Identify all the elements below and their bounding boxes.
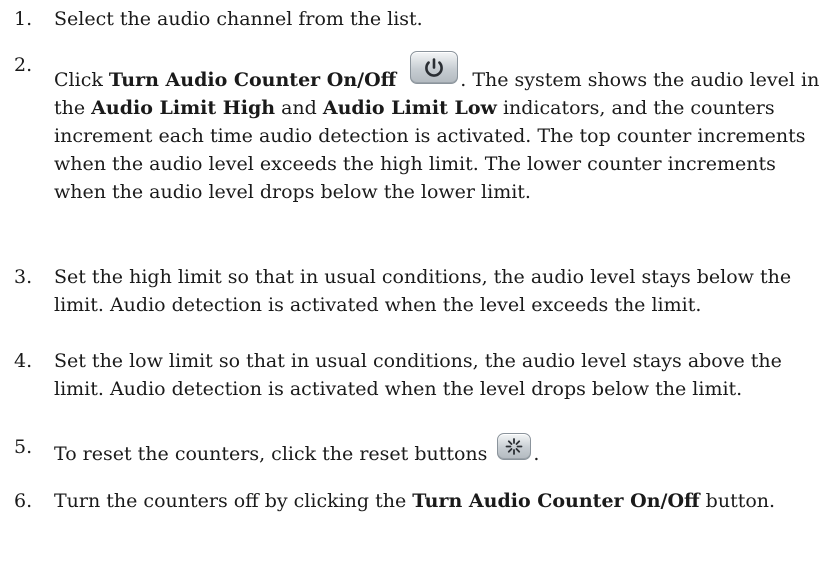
step-1: 1. Select the audio channel from the lis… — [14, 5, 832, 33]
step-number: 6. — [14, 490, 33, 512]
ui-term-audio-limit-high: Audio Limit High — [91, 97, 276, 119]
step-number: 1. — [14, 8, 33, 30]
step-4: 4. Set the low limit so that in usual co… — [14, 347, 832, 403]
instruction-document: 1. Select the audio channel from the lis… — [0, 0, 835, 579]
step-text: Set the low limit so that in usual condi… — [54, 350, 782, 400]
step-3: 3. Set the high limit so that in usual c… — [14, 263, 832, 319]
step-5: 5. To reset the counters, click the rese… — [14, 433, 832, 468]
step-text: Turn the counters off by clicking the Tu… — [54, 490, 776, 512]
step-6: 6. Turn the counters off by clicking the… — [14, 487, 832, 515]
power-icon — [410, 51, 459, 84]
ui-term-turn-audio-counter: Turn Audio Counter On/Off — [108, 69, 397, 91]
step-2: 2. Click Turn Audio Counter On/Off. The … — [14, 51, 832, 206]
step-number: 3. — [14, 266, 33, 288]
step-text: Select the audio channel from the list. — [54, 8, 423, 30]
step-text: Click Turn Audio Counter On/Off. The sys… — [54, 51, 832, 206]
reset-icon — [497, 433, 532, 460]
step-number: 5. — [14, 436, 33, 458]
ui-term-turn-audio-counter: Turn Audio Counter On/Off — [412, 490, 700, 512]
step-number: 4. — [14, 350, 33, 372]
ui-term-audio-limit-low: Audio Limit Low — [322, 97, 497, 119]
step-text: Set the high limit so that in usual cond… — [54, 266, 792, 316]
step-text: To reset the counters, click the reset b… — [54, 433, 832, 468]
step-number: 2. — [14, 54, 33, 76]
